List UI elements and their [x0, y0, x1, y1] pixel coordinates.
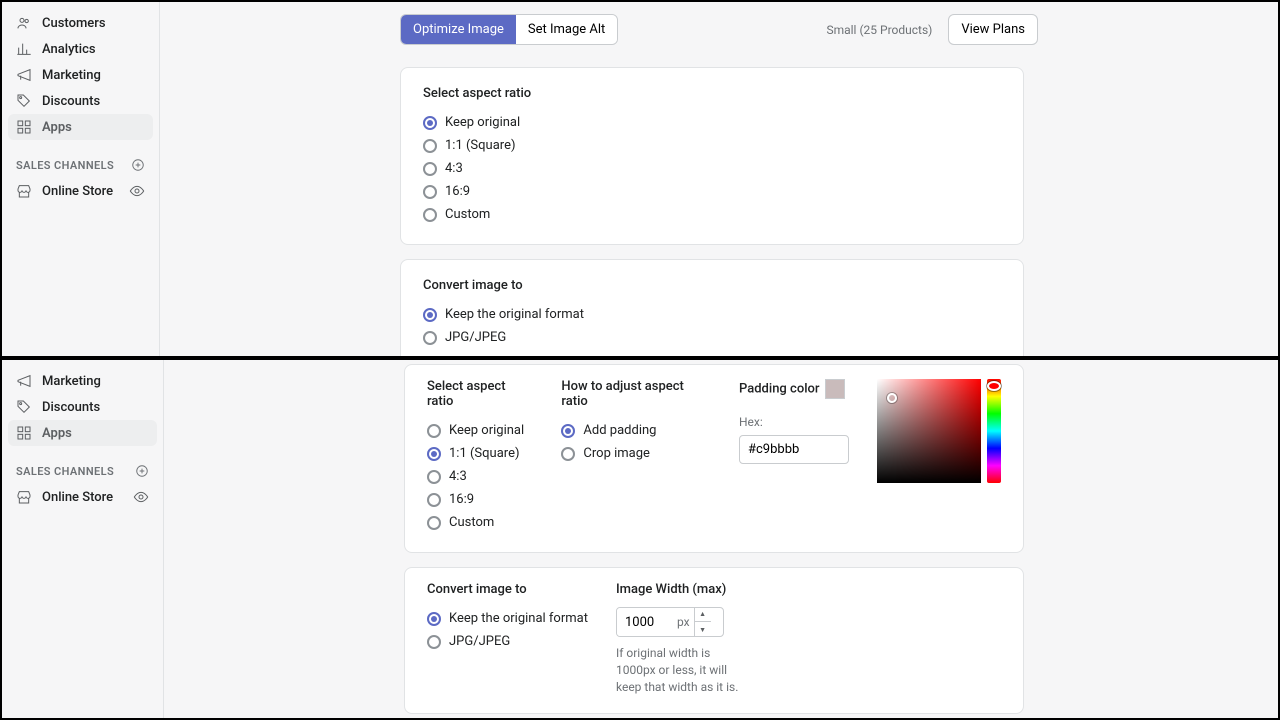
top-bar: Optimize Image Set Image Alt Small (25 P… [160, 2, 1278, 57]
tab-group: Optimize Image Set Image Alt [400, 14, 618, 45]
hex-label: Hex: [739, 415, 849, 429]
radio-jpg[interactable]: JPG/JPEG [423, 326, 1001, 349]
radio-custom[interactable]: Custom [423, 203, 1001, 226]
plan-text: Small (25 Products) [826, 23, 932, 37]
radio-1-1[interactable]: 1:1 (Square) [427, 442, 533, 465]
nav-label: Apps [42, 120, 72, 135]
radio-custom[interactable]: Custom [427, 511, 533, 534]
nav-label: Analytics [42, 42, 96, 57]
convert-card: Convert image to Keep the original forma… [404, 567, 1024, 714]
aspect-card: Select aspect ratio Keep original 1:1 (S… [404, 364, 1024, 553]
nav-label: Marketing [42, 374, 101, 389]
nav-online-store[interactable]: Online Store [8, 178, 153, 204]
spin-up-icon[interactable]: ▲ [695, 607, 711, 622]
radio-keep-original[interactable]: Keep original [423, 111, 1001, 134]
section-title: Padding color [739, 379, 849, 399]
sidebar: Customers Analytics Marketing Discounts … [2, 2, 160, 356]
section-title: Image Width (max) [616, 582, 746, 597]
radio-16-9[interactable]: 16:9 [423, 180, 1001, 203]
nav-online-store[interactable]: Online Store [8, 484, 157, 510]
nav-discounts[interactable]: Discounts [8, 88, 153, 114]
nav-label: Discounts [42, 94, 100, 109]
width-input[interactable] [617, 608, 677, 636]
radio-jpg[interactable]: JPG/JPEG [427, 630, 588, 653]
section-title: Convert image to [423, 278, 1001, 293]
nav-label: Apps [42, 426, 72, 441]
nav-apps[interactable]: Apps [8, 420, 157, 446]
eye-icon[interactable] [129, 183, 145, 199]
radio-16-9[interactable]: 16:9 [427, 488, 533, 511]
saturation-panel[interactable] [877, 379, 981, 483]
nav-apps[interactable]: Apps [8, 114, 153, 140]
width-unit: px [677, 615, 694, 629]
sales-channels-header: SALES CHANNELS [8, 140, 153, 178]
radio-1-1[interactable]: 1:1 (Square) [423, 134, 1001, 157]
view-plans-button[interactable]: View Plans [948, 14, 1038, 45]
width-hint: If original width is 1000px or less, it … [616, 645, 746, 695]
nav-label: Customers [42, 16, 106, 31]
width-input-wrap: px ▲▼ [616, 607, 724, 637]
nav-label: Marketing [42, 68, 101, 83]
nav-label: Discounts [42, 400, 100, 415]
section-title: Select aspect ratio [427, 379, 533, 409]
sidebar: Marketing Discounts Apps SALES CHANNELS … [2, 360, 164, 718]
radio-4-3[interactable]: 4:3 [427, 465, 533, 488]
radio-keep-format[interactable]: Keep the original format [423, 303, 1001, 326]
color-picker[interactable] [877, 379, 1001, 483]
nav-analytics[interactable]: Analytics [8, 36, 153, 62]
nav-marketing[interactable]: Marketing [8, 62, 153, 88]
nav-discounts[interactable]: Discounts [8, 394, 157, 420]
radio-keep-format[interactable]: Keep the original format [427, 607, 588, 630]
add-channel-icon[interactable] [135, 464, 149, 478]
aspect-ratio-card: Select aspect ratio Keep original 1:1 (S… [400, 67, 1024, 245]
section-title: How to adjust aspect ratio [561, 379, 711, 409]
radio-add-padding[interactable]: Add padding [561, 419, 711, 442]
hue-slider[interactable] [987, 379, 1001, 483]
convert-card: Convert image to Keep the original forma… [400, 259, 1024, 356]
add-channel-icon[interactable] [131, 158, 145, 172]
nav-customers[interactable]: Customers [8, 10, 153, 36]
radio-keep-original[interactable]: Keep original [427, 419, 533, 442]
nav-marketing[interactable]: Marketing [8, 368, 157, 394]
nav-label: Online Store [42, 490, 113, 505]
tab-optimize-image[interactable]: Optimize Image [401, 15, 516, 44]
sales-channels-header: SALES CHANNELS [8, 446, 157, 484]
tab-set-image-alt[interactable]: Set Image Alt [516, 15, 617, 44]
section-title: Select aspect ratio [423, 86, 1001, 101]
section-title: Convert image to [427, 582, 588, 597]
radio-crop-image[interactable]: Crop image [561, 442, 711, 465]
nav-label: Online Store [42, 184, 113, 199]
radio-4-3[interactable]: 4:3 [423, 157, 1001, 180]
eye-icon[interactable] [133, 489, 149, 505]
hex-input[interactable] [739, 435, 849, 464]
spin-down-icon[interactable]: ▼ [695, 622, 711, 637]
color-swatch[interactable] [825, 379, 845, 399]
